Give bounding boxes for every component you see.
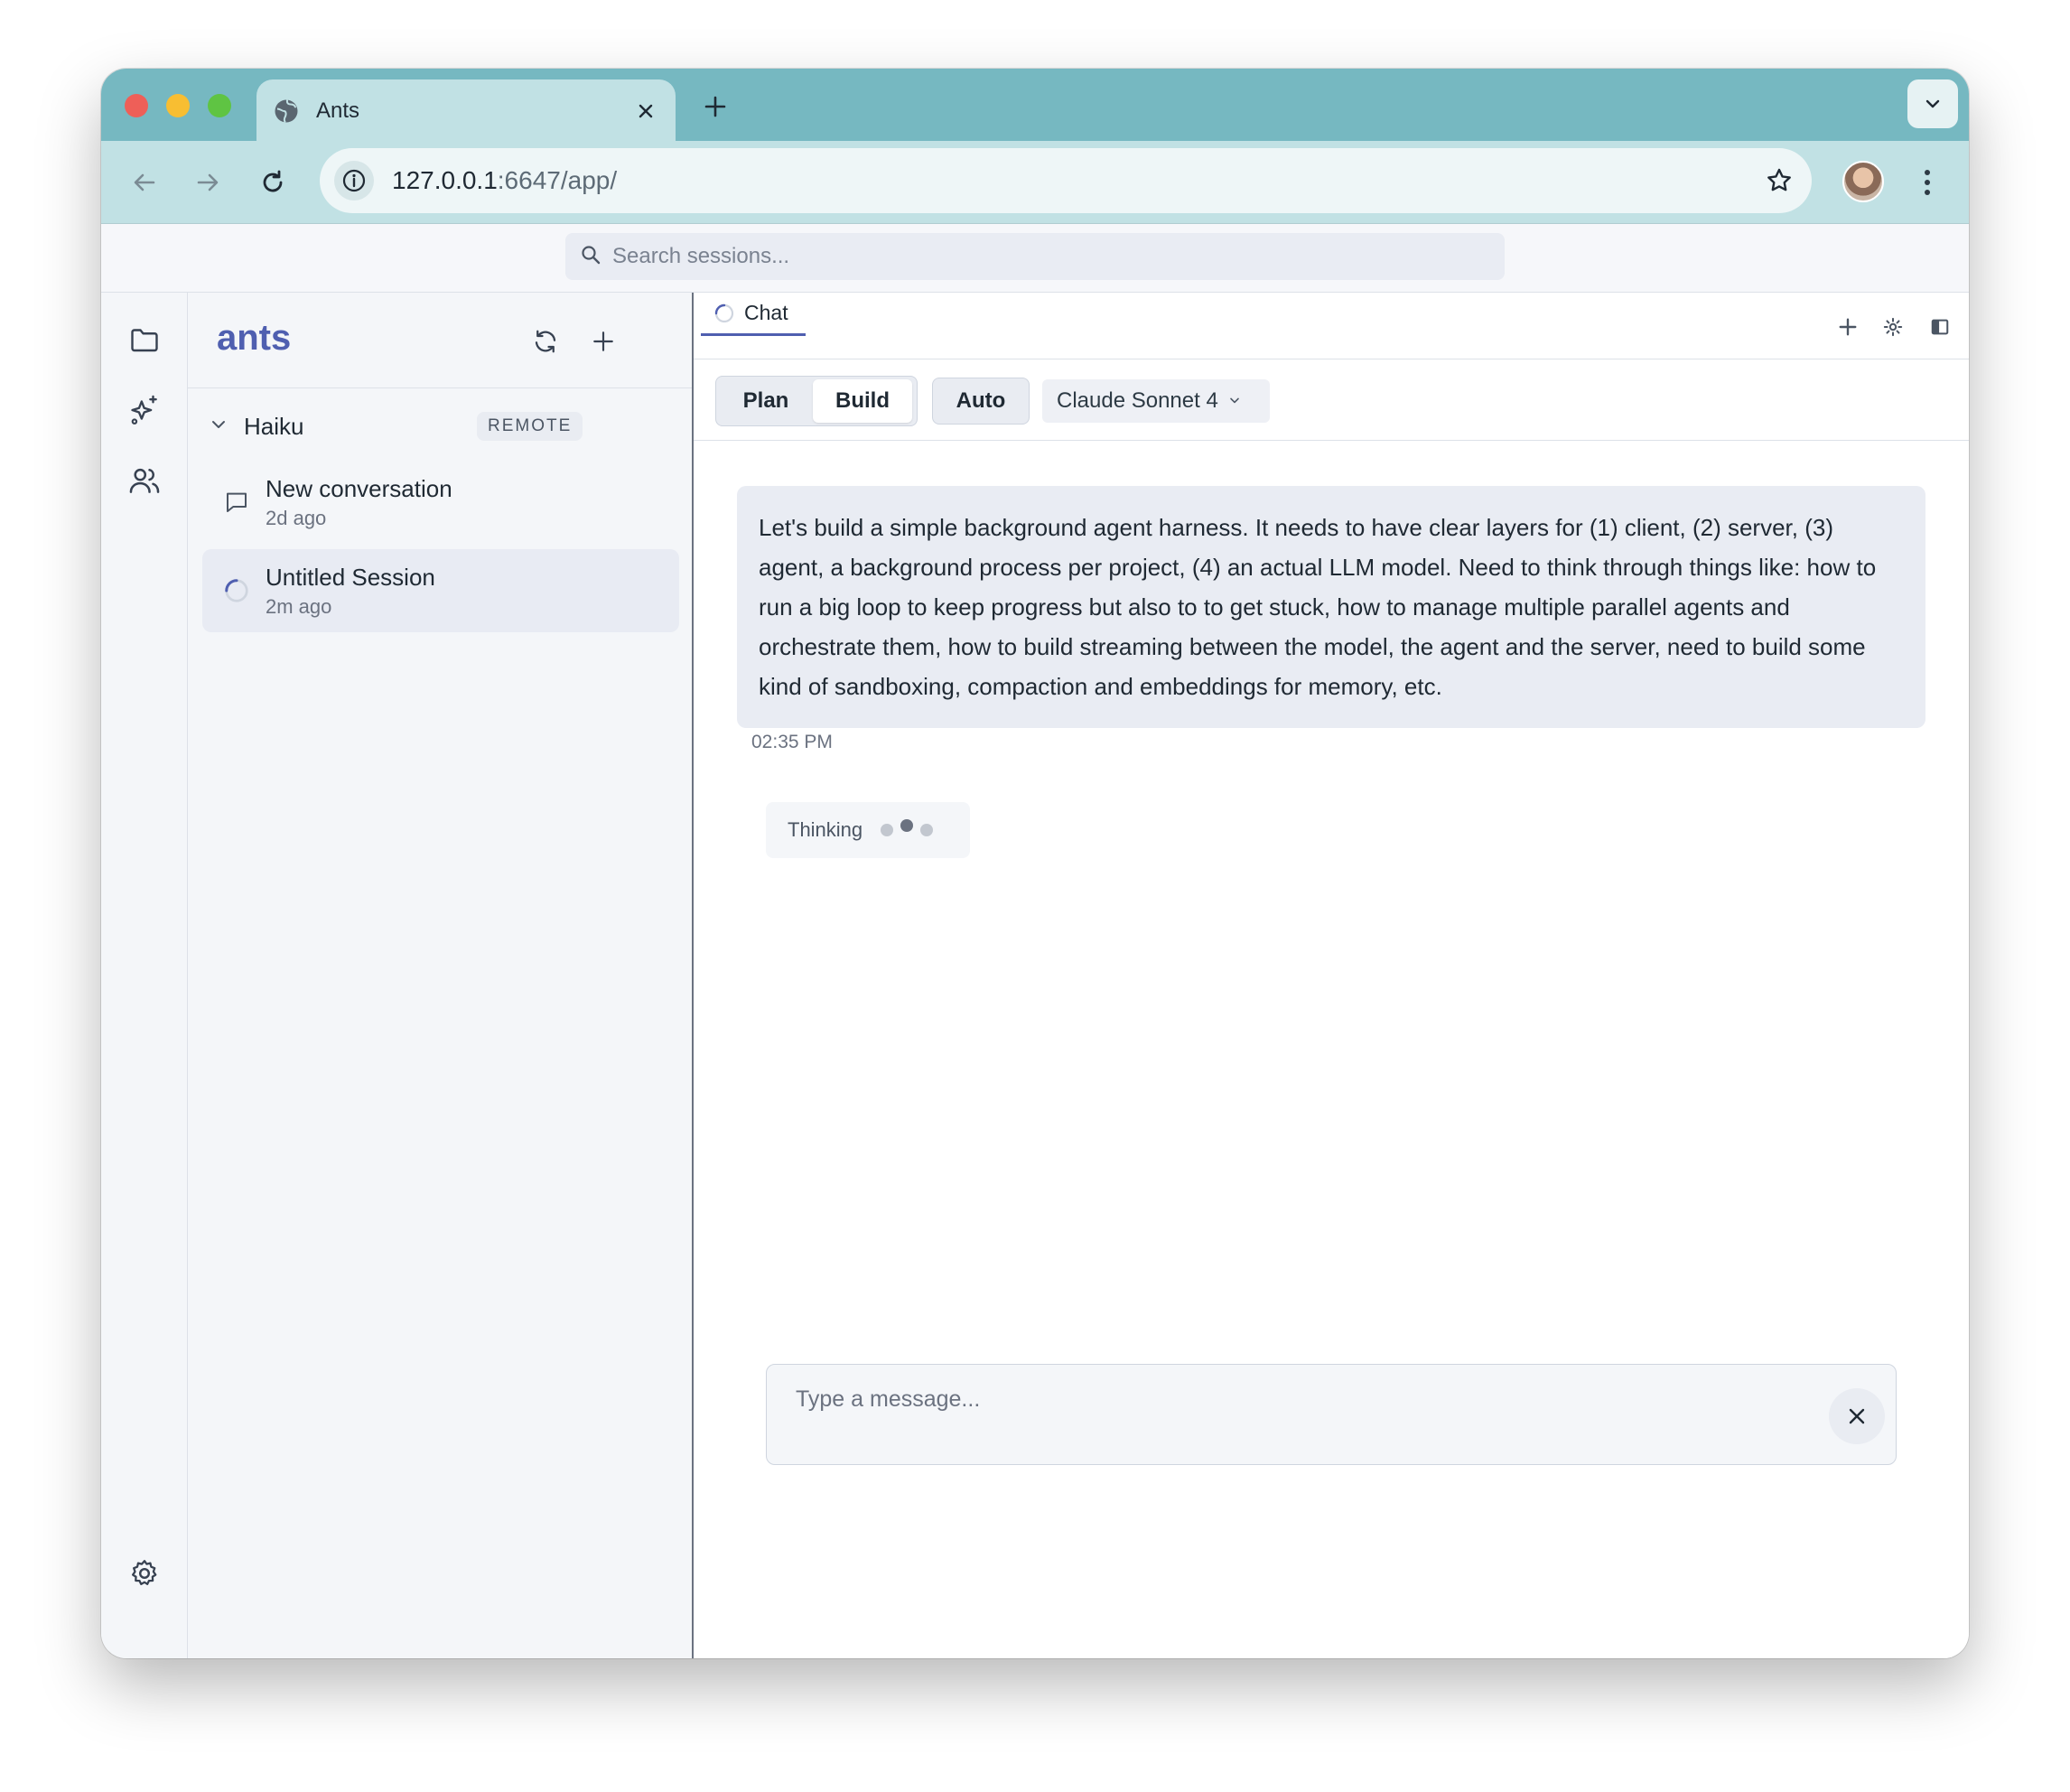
refresh-button[interactable] [527,323,564,359]
session-time: 2m ago [266,594,332,618]
message-timestamp: 02:35 PM [751,732,833,752]
search-box [565,233,1505,280]
sidebar-panel-icon [1931,319,1949,335]
folder-icon [131,329,158,352]
sparkles-icon [131,395,157,425]
group-name: Haiku [244,412,304,440]
close-icon [1849,1408,1865,1424]
chat-panel: Chat Plan Build Auto Claude Sonnet 4 Let… [694,293,1969,1658]
browser-menu-icon[interactable] [1916,163,1938,202]
tab-search-button[interactable] [1907,79,1958,128]
chat-bubble-icon [220,486,253,518]
search-icon [580,244,601,270]
user-message: Let's build a simple background agent ha… [737,486,1925,728]
reload-icon [263,170,283,192]
session-time: 2d ago [266,506,327,529]
sparkles-button[interactable] [125,390,164,430]
back-button[interactable] [125,163,164,202]
mode-segmented-control: Plan Build [715,376,918,426]
arrow-left-icon [134,173,155,191]
globe-icon [273,98,300,125]
session-title: Untitled Session [266,563,435,591]
browser-window: Ants 127.0.0.1:6647/app/ Search session… [101,69,1969,1658]
search-input[interactable] [612,244,1432,269]
forward-button[interactable] [188,163,228,202]
message-composer [766,1364,1897,1465]
chevron-down-icon [1227,388,1242,414]
app-brand: ants [217,318,292,358]
close-window-button[interactable] [125,94,148,117]
icon-rail [101,293,188,1658]
chevron-down-icon [210,415,228,438]
mode-toolbar: Plan Build Auto Claude Sonnet 4 [694,359,1969,441]
build-mode-button[interactable]: Build [813,379,912,423]
arrow-right-icon [197,173,219,191]
users-button[interactable] [125,461,164,500]
sessions-sidebar: ants Haiku REMOTE New conversation 2d ag… [188,293,694,1658]
url-host: 127.0.0.1 [392,166,498,194]
spinner-icon [714,303,734,322]
url-path: :6647/app/ [497,166,618,194]
profile-avatar[interactable] [1842,161,1884,202]
thinking-label: Thinking [788,818,863,841]
new-session-button[interactable] [585,323,621,359]
new-tab-button[interactable] [697,89,733,125]
maximize-window-button[interactable] [208,94,231,117]
session-title: New conversation [266,474,452,502]
gear-icon [1883,317,1903,337]
stop-button[interactable] [1829,1388,1885,1444]
remote-badge: REMOTE [477,412,583,441]
browser-tab[interactable]: Ants [256,79,676,143]
spinner-icon [220,574,253,607]
tab-chat-label: Chat [744,301,788,324]
toggle-panel-button[interactable] [1925,313,1954,341]
model-select-label: Claude Sonnet 4 [1057,388,1218,413]
search-bar [101,224,1969,293]
refresh-icon [535,330,556,353]
group-haiku[interactable]: Haiku REMOTE [210,408,679,444]
thinking-indicator: Thinking [766,802,970,858]
plus-icon [593,331,613,351]
tab-close-icon[interactable] [632,98,659,125]
auto-button[interactable]: Auto [932,378,1030,425]
site-info-icon[interactable] [334,161,374,201]
add-tab-button[interactable] [1833,313,1862,341]
session-item[interactable]: New conversation 2d ago [202,461,679,544]
loading-dots-icon [881,819,934,836]
folder-button[interactable] [125,320,164,359]
settings-button[interactable] [125,1554,164,1593]
panel-settings-button[interactable] [1879,313,1907,341]
message-input[interactable] [796,1386,1789,1441]
bookmark-star-icon[interactable] [1761,163,1797,199]
model-select[interactable]: Claude Sonnet 4 [1042,379,1270,423]
users-icon [129,468,160,493]
chevron-down-icon [1925,99,1940,108]
session-item-active[interactable]: Untitled Session 2m ago [202,549,679,632]
browser-toolbar: 127.0.0.1:6647/app/ [101,141,1969,224]
tab-bar: Ants [101,69,1969,143]
minimize-window-button[interactable] [166,94,190,117]
sidebar-header: ants [188,293,692,388]
plan-mode-button[interactable]: Plan [719,379,813,423]
reload-button[interactable] [253,163,293,202]
tab-chat[interactable]: Chat [701,293,806,336]
app: ants Haiku REMOTE N [101,224,1969,1658]
gear-icon [131,1560,157,1585]
address-bar[interactable]: 127.0.0.1:6647/app/ [320,148,1812,213]
plus-icon [1839,318,1857,336]
tab-title: Ants [316,98,360,123]
panel-tabs: Chat [694,293,1969,359]
